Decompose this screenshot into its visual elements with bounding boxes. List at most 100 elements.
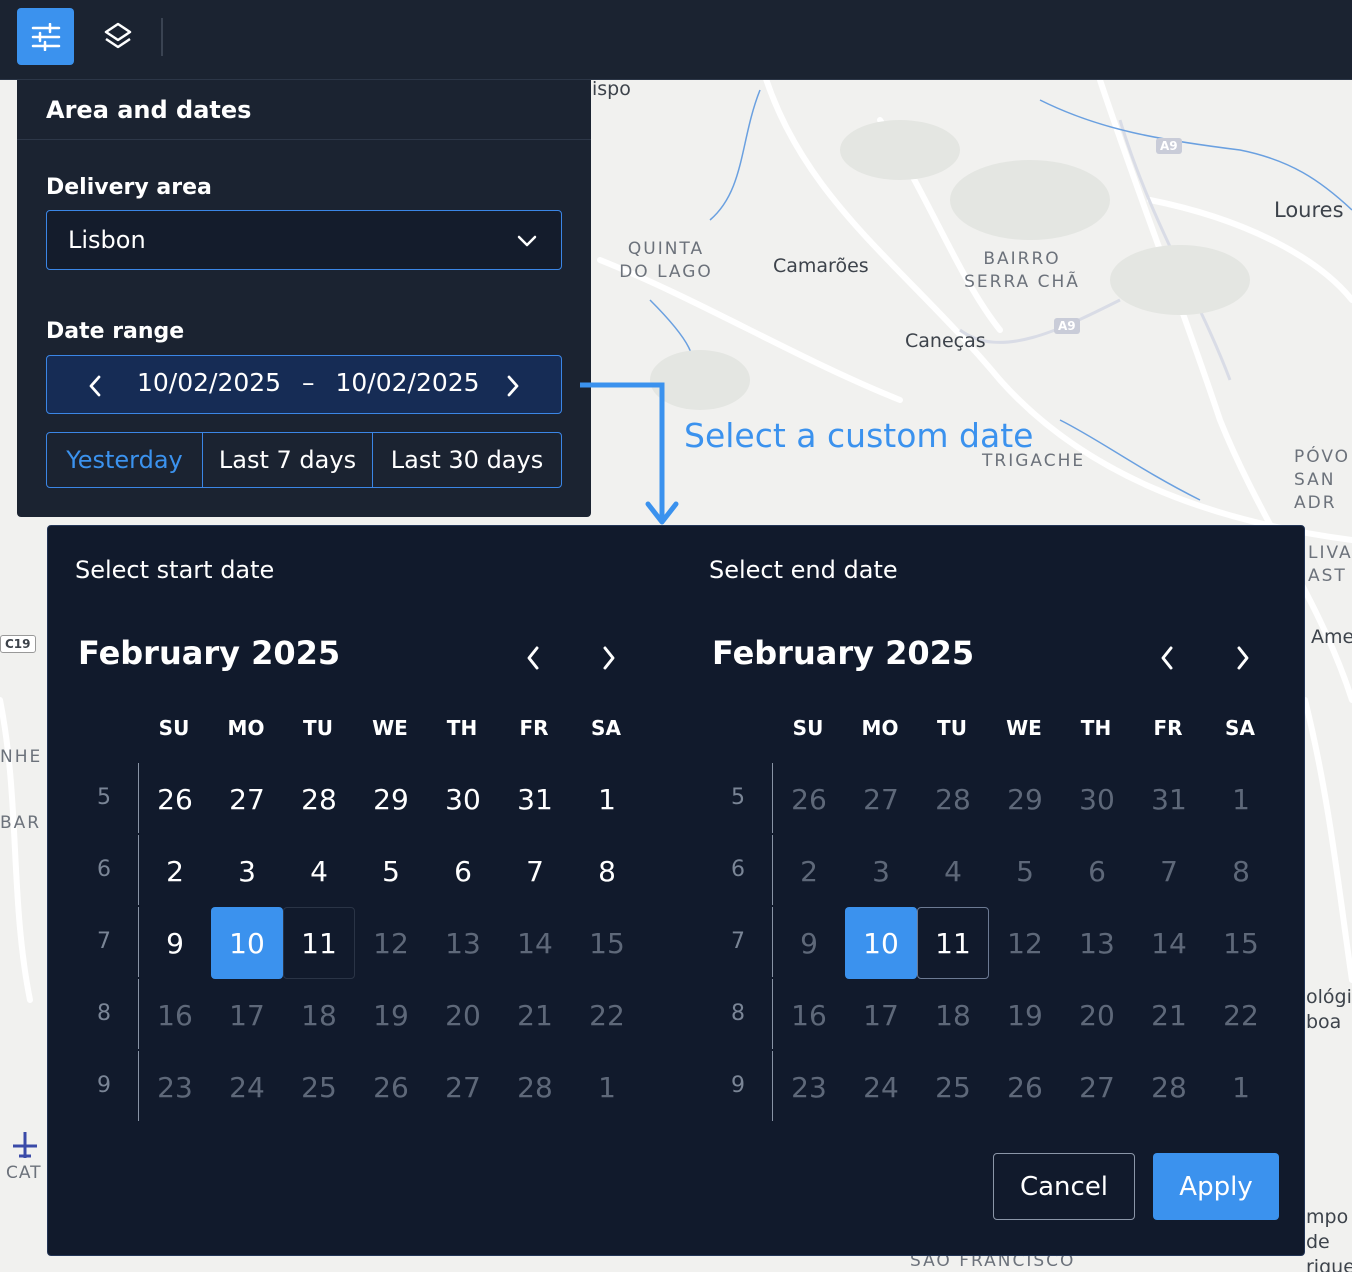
calendar-day[interactable]: 4 [283,835,355,907]
calendar-day[interactable]: 1 [571,1051,643,1123]
calendar-day[interactable]: 6 [1061,835,1133,907]
calendar-day[interactable]: 13 [1061,907,1133,979]
calendar-day[interactable]: 19 [989,979,1061,1051]
calendar-day[interactable]: 9 [139,907,211,979]
calendar-day[interactable]: 23 [139,1051,211,1123]
calendar-day[interactable]: 1 [1205,1051,1277,1123]
calendar-day[interactable]: 25 [917,1051,989,1123]
calendar-day[interactable]: 31 [499,763,571,835]
calendar-day[interactable]: 3 [211,835,283,907]
calendar-day[interactable]: 11 [917,907,989,979]
calendar-day[interactable]: 28 [283,763,355,835]
apply-button[interactable]: Apply [1153,1153,1279,1220]
map-label: CAT [6,1163,42,1183]
calendar-day[interactable]: 14 [1133,907,1205,979]
layers-icon [104,22,131,48]
calendar-day[interactable]: 26 [355,1051,427,1123]
calendar-day[interactable]: 15 [1205,907,1277,979]
preset-last-7-days[interactable]: Last 7 days [203,433,373,487]
map-label: BAIRRO SERRA CHÃ [964,249,1080,292]
calendar-day[interactable]: 26 [773,763,845,835]
calendar-day[interactable]: 22 [1205,979,1277,1051]
calendar-day[interactable]: 30 [427,763,499,835]
calendar-day[interactable]: 20 [1061,979,1133,1051]
selected-day[interactable]: 10 [211,907,283,979]
map-label: NHE [0,747,43,767]
calendar-day[interactable]: 29 [355,763,427,835]
layers-button[interactable] [89,8,146,65]
calendar-day[interactable]: 27 [211,763,283,835]
calendar-day[interactable]: 21 [1133,979,1205,1051]
weekday-header: TH [446,716,478,740]
calendar-day[interactable]: 4 [917,835,989,907]
range-next-button[interactable] [498,371,528,401]
calendar-day[interactable]: 23 [773,1051,845,1123]
calendar-day[interactable]: 14 [499,907,571,979]
calendar-day[interactable]: 28 [1133,1051,1205,1123]
month-next-button[interactable] [1223,638,1263,678]
calendar-day[interactable]: 11 [283,907,355,979]
selected-day[interactable]: 10 [845,907,917,979]
calendar-day[interactable]: 16 [139,979,211,1051]
month-next-button[interactable] [589,638,629,678]
calendar-day[interactable]: 22 [571,979,643,1051]
week-number: 6 [731,857,745,882]
calendar-day[interactable]: 1 [1205,763,1277,835]
calendar-day[interactable]: 13 [427,907,499,979]
calendar-day[interactable]: 24 [845,1051,917,1123]
calendar-day[interactable]: 12 [355,907,427,979]
month-prev-button[interactable] [1147,638,1187,678]
weekday-header: TU [303,716,333,740]
calendar-day[interactable]: 28 [499,1051,571,1123]
calendar-day[interactable]: 8 [571,835,643,907]
area-and-dates-panel: Area and dates Delivery area Lisbon Date… [17,80,591,517]
range-start: 10/02/2025 [137,368,282,397]
range-prev-button[interactable] [80,371,110,401]
calendar-day[interactable]: 21 [499,979,571,1051]
calendar-day[interactable]: 27 [1061,1051,1133,1123]
calendar-day[interactable]: 16 [773,979,845,1051]
calendar-day[interactable]: 26 [139,763,211,835]
date-range-field[interactable]: 10/02/2025 – 10/02/2025 [46,355,562,414]
calendar-day[interactable]: 28 [917,763,989,835]
calendar-day[interactable]: 7 [1133,835,1205,907]
chevron-left-icon [527,646,539,670]
calendar-day[interactable]: 9 [773,907,845,979]
filters-button[interactable] [17,8,74,65]
calendar-day[interactable]: 18 [283,979,355,1051]
calendar-day[interactable]: 5 [355,835,427,907]
calendar-day[interactable]: 15 [571,907,643,979]
panel-title: Area and dates [46,96,252,124]
month-prev-button[interactable] [513,638,553,678]
calendar-day[interactable]: 31 [1133,763,1205,835]
calendar-day[interactable]: 6 [427,835,499,907]
calendar-day[interactable]: 12 [989,907,1061,979]
calendar-day[interactable]: 19 [355,979,427,1051]
preset-yesterday[interactable]: Yesterday [47,433,203,487]
weekday-header: FR [1153,716,1183,740]
map-label: mpo de rique [1306,1206,1352,1272]
calendar-day[interactable]: 1 [571,763,643,835]
calendar-day[interactable]: 30 [1061,763,1133,835]
calendar-day[interactable]: 5 [989,835,1061,907]
cancel-button[interactable]: Cancel [993,1153,1135,1220]
calendar-day[interactable]: 29 [989,763,1061,835]
preset-last-30-days[interactable]: Last 30 days [373,433,561,487]
calendar-day[interactable]: 3 [845,835,917,907]
calendar-day[interactable]: 7 [499,835,571,907]
calendar-day[interactable]: 2 [139,835,211,907]
weekday-header: WE [1006,716,1042,740]
calendar-day[interactable]: 27 [845,763,917,835]
calendar-day[interactable]: 17 [845,979,917,1051]
calendar-day[interactable]: 25 [283,1051,355,1123]
calendar-day[interactable]: 8 [1205,835,1277,907]
calendar-day[interactable]: 17 [211,979,283,1051]
calendar-day[interactable]: 24 [211,1051,283,1123]
map-label: Loures [1274,198,1344,222]
calendar-day[interactable]: 27 [427,1051,499,1123]
calendar-day[interactable]: 26 [989,1051,1061,1123]
delivery-area-select[interactable]: Lisbon [46,210,562,270]
calendar-day[interactable]: 2 [773,835,845,907]
calendar-day[interactable]: 18 [917,979,989,1051]
calendar-day[interactable]: 20 [427,979,499,1051]
